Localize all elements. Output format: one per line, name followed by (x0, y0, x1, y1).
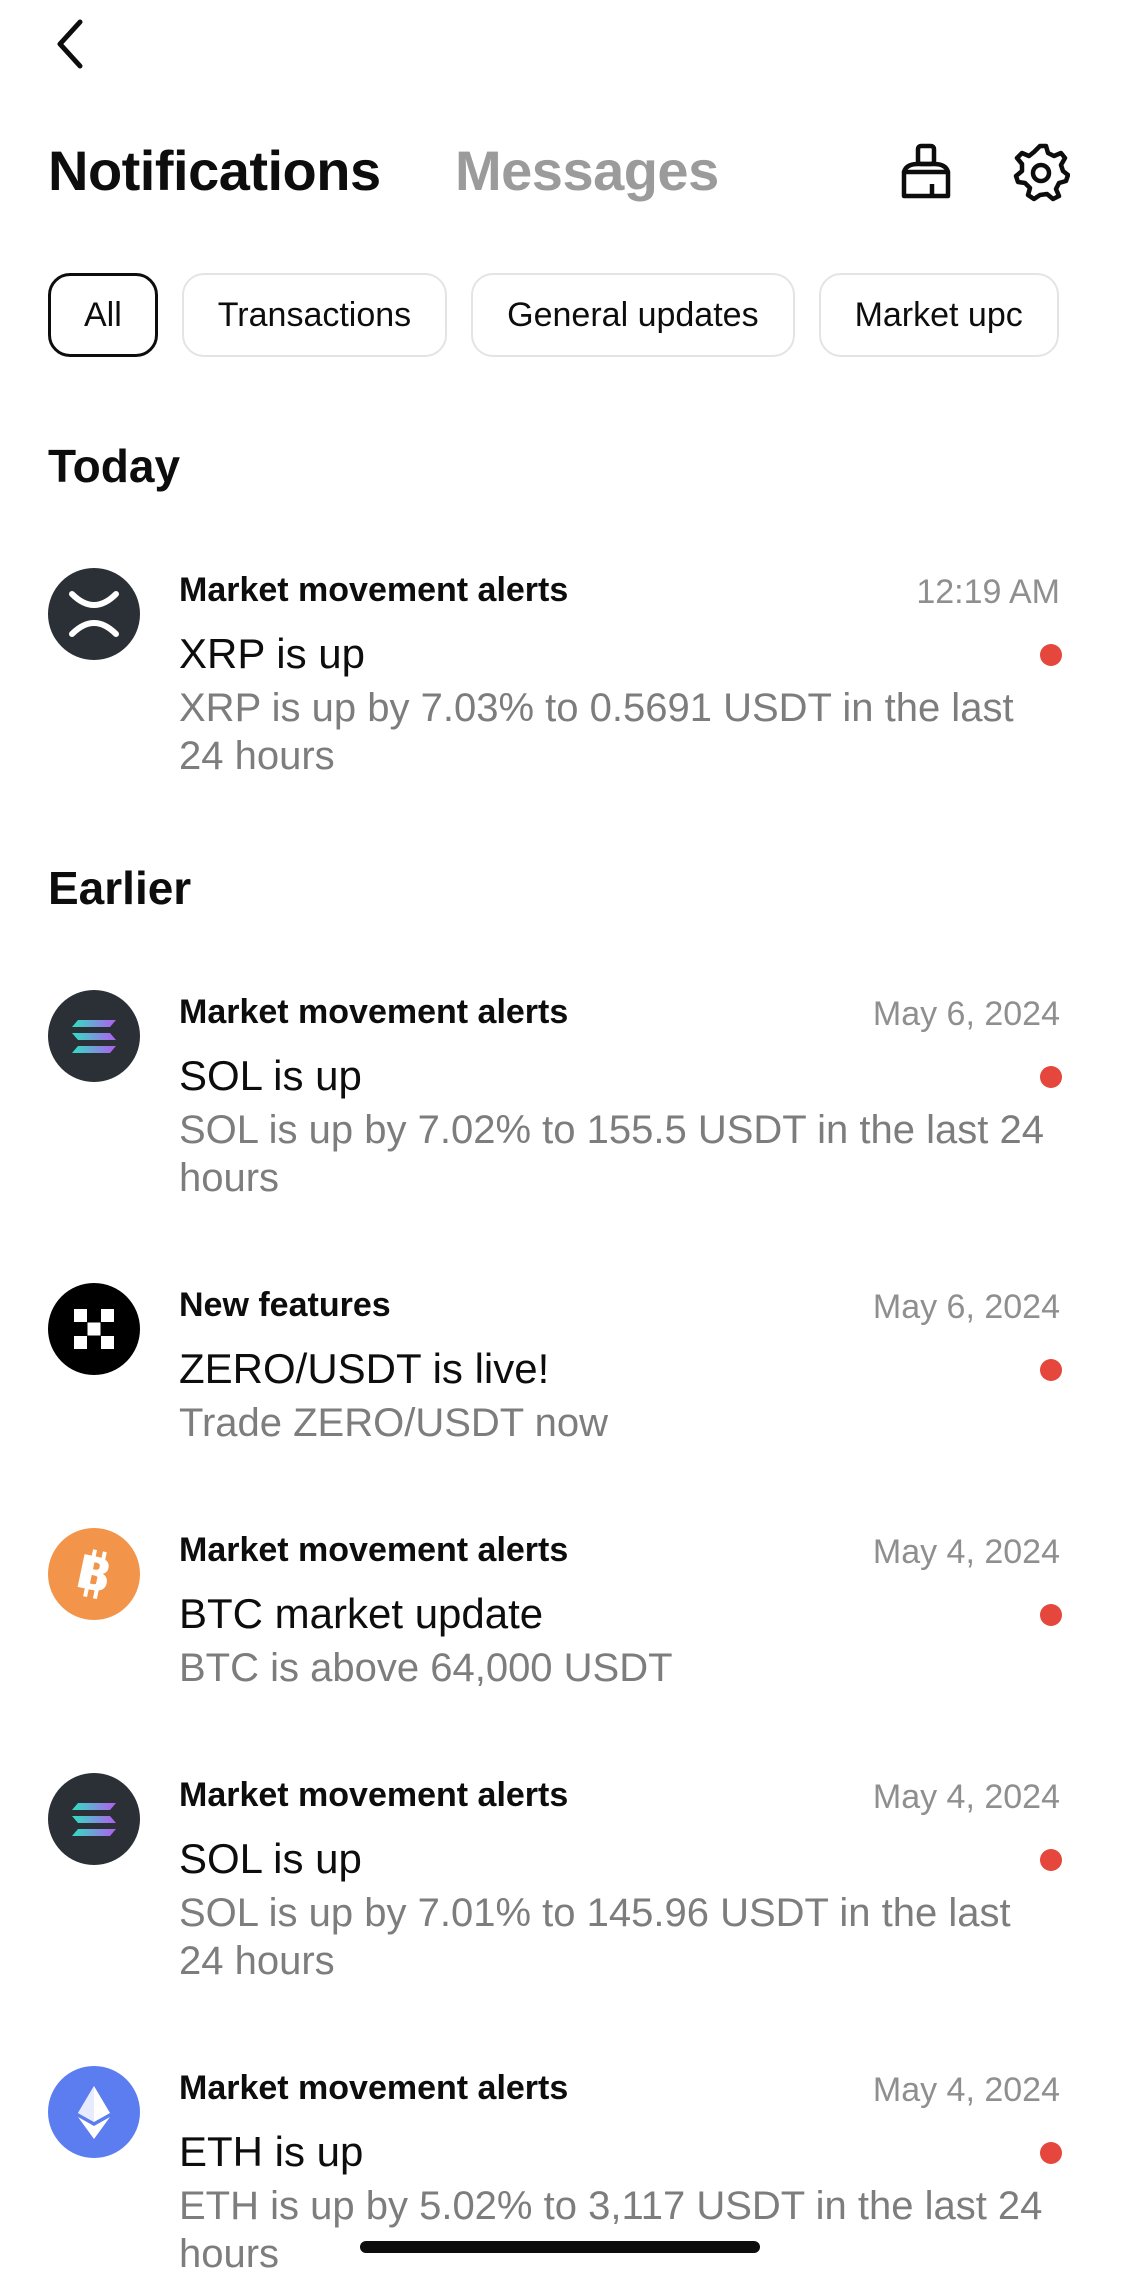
section-title-earlier: Earlier (48, 862, 192, 914)
filter-all[interactable]: All (48, 273, 158, 357)
notification-category: Market movement alerts (179, 571, 569, 609)
notification-body: XRP is up by 7.03% to 0.5691 USDT in the… (179, 686, 1014, 778)
notification-item[interactable]: New features May 6, 2024 ZERO/USDT is li… (0, 1283, 1125, 1453)
xrp-icon (48, 568, 140, 660)
filter-chips: All Transactions General updates Market upc (48, 273, 1078, 357)
unread-dot (1040, 1604, 1062, 1626)
broom-icon (901, 143, 951, 199)
notification-time: May 4, 2024 (872, 1778, 1060, 1816)
section-title-today: Today (48, 440, 181, 492)
tab-notifications[interactable]: Notifications (48, 136, 381, 206)
notification-category: Market movement alerts (179, 993, 569, 1031)
home-indicator[interactable] (360, 2241, 760, 2253)
unread-dot (1040, 1066, 1062, 1088)
notification-title: SOL is up (179, 1835, 362, 1882)
notification-category: Market movement alerts (179, 1776, 569, 1814)
notification-body: ETH is up by 5.02% to 3,117 USDT in the … (179, 2184, 1043, 2276)
notification-category: Market movement alerts (179, 1531, 569, 1569)
notification-item[interactable]: B Market movement alerts May 4, 2024 BTC… (0, 1528, 1125, 1698)
unread-dot (1040, 1359, 1062, 1381)
notification-title: XRP is up (179, 630, 365, 677)
back-button[interactable] (40, 14, 100, 74)
notification-time: May 4, 2024 (872, 1533, 1060, 1571)
chevron-left-icon (57, 19, 83, 69)
clear-all-button[interactable] (894, 140, 958, 204)
filter-general-updates[interactable]: General updates (471, 273, 795, 357)
okx-icon (48, 1283, 140, 1375)
notification-category: New features (179, 1286, 391, 1324)
unread-dot (1040, 644, 1062, 666)
tab-messages[interactable]: Messages (455, 136, 719, 206)
filter-transactions[interactable]: Transactions (181, 273, 448, 357)
notification-category: Market movement alerts (179, 2069, 569, 2107)
eth-icon (48, 2066, 140, 2158)
notification-item[interactable]: Market movement alerts May 4, 2024 SOL i… (0, 1773, 1125, 1993)
notification-item[interactable]: Market movement alerts May 6, 2024 SOL i… (0, 990, 1125, 1210)
notification-title: SOL is up (179, 1052, 362, 1099)
notification-time: May 6, 2024 (872, 995, 1060, 1033)
notification-body: Trade ZERO/USDT now (179, 1401, 609, 1445)
notification-time: 12:19 AM (916, 573, 1060, 611)
notification-title: BTC market update (179, 1590, 544, 1637)
notification-body: SOL is up by 7.02% to 155.5 USDT in the … (179, 1108, 1044, 1200)
settings-button[interactable] (1008, 140, 1072, 204)
btc-icon: B (48, 1528, 140, 1620)
sol-icon (48, 1773, 140, 1865)
unread-dot (1040, 2142, 1062, 2164)
notification-time: May 4, 2024 (872, 2071, 1060, 2109)
notification-item[interactable]: Market movement alerts 12:19 AM XRP is u… (0, 568, 1125, 788)
unread-dot (1040, 1849, 1062, 1871)
notification-title: ZERO/USDT is live! (179, 1345, 550, 1392)
notification-body: BTC is above 64,000 USDT (179, 1646, 673, 1690)
notification-time: May 6, 2024 (872, 1288, 1060, 1326)
notification-body: SOL is up by 7.01% to 145.96 USDT in the… (179, 1891, 1011, 1983)
sol-icon (48, 990, 140, 1082)
filter-market-updates[interactable]: Market upc (818, 273, 1059, 357)
notification-title: ETH is up (179, 2128, 364, 2175)
gear-icon (1013, 143, 1070, 202)
